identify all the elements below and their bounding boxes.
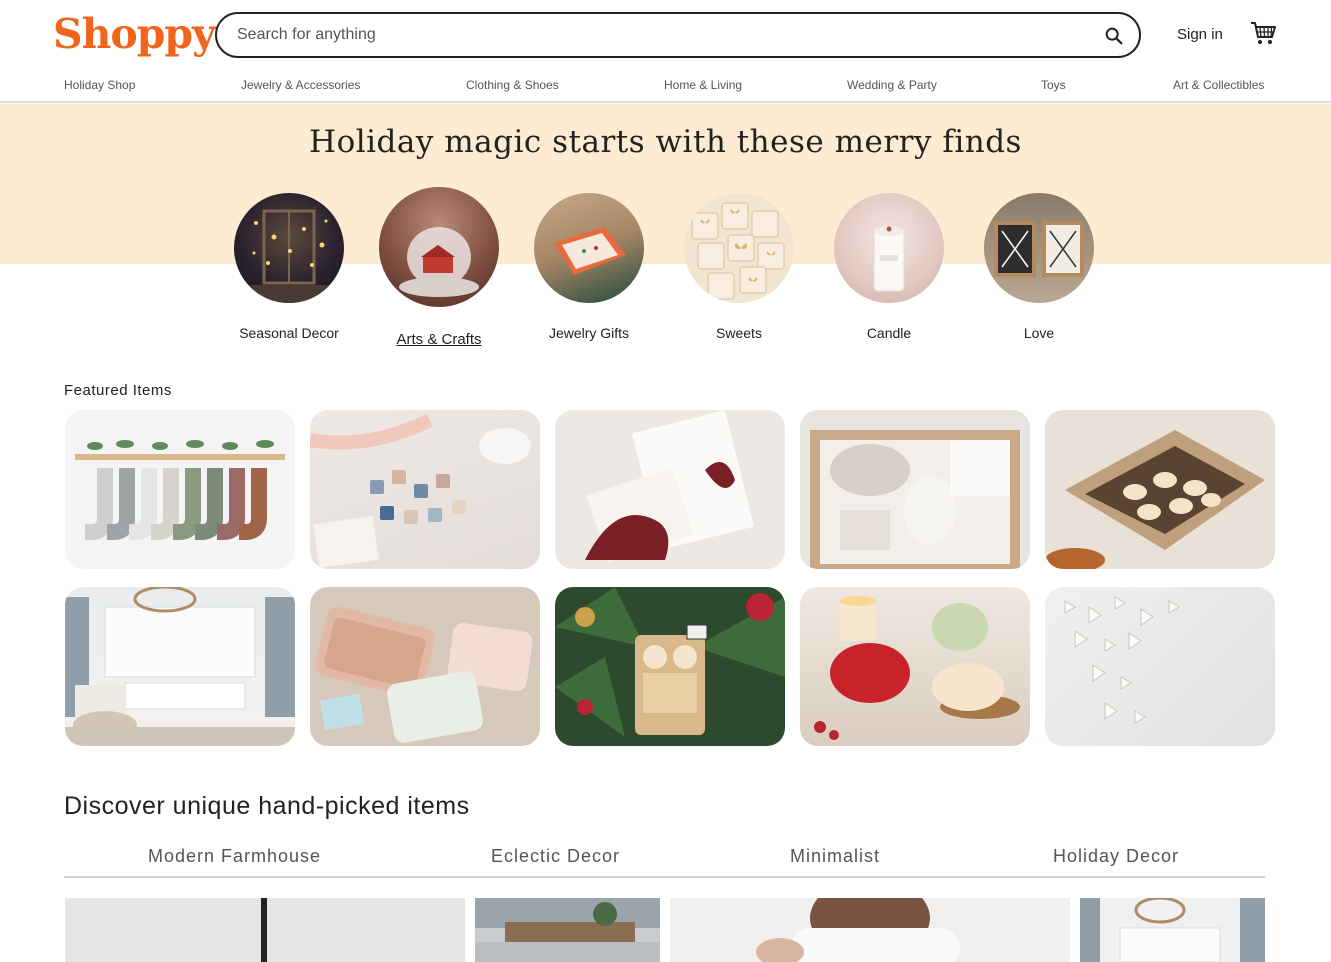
featured-item-baby-box[interactable] bbox=[800, 410, 1030, 569]
featured-item-paper-butterflies[interactable] bbox=[1045, 587, 1275, 746]
search-icon[interactable] bbox=[1103, 25, 1125, 47]
tab-modern-farmhouse[interactable]: Modern Farmhouse bbox=[148, 846, 321, 867]
featured-item-living-room[interactable] bbox=[65, 587, 295, 746]
featured-item-ribbons[interactable] bbox=[310, 410, 540, 569]
category-home-living[interactable]: Home & Living bbox=[664, 78, 742, 92]
tab-minimalist[interactable]: Minimalist bbox=[790, 846, 880, 867]
discover-item-image[interactable] bbox=[1080, 898, 1265, 962]
hero-item-sweets[interactable]: Sweets bbox=[669, 190, 809, 341]
discover-item-image[interactable] bbox=[475, 898, 660, 962]
featured-items-title: Featured Items bbox=[64, 382, 172, 399]
featured-item-ornament[interactable] bbox=[555, 587, 785, 746]
seasonal-decor-image bbox=[234, 193, 344, 303]
search-bar[interactable] bbox=[215, 12, 1141, 58]
category-jewelry-accessories[interactable]: Jewelry & Accessories bbox=[241, 78, 360, 92]
candle-image bbox=[834, 193, 944, 303]
hero-item-label: Candle bbox=[866, 325, 912, 341]
featured-item-stationery[interactable] bbox=[555, 410, 785, 569]
category-art-collectibles[interactable]: Art & Collectibles bbox=[1173, 78, 1264, 92]
hero-item-arts-crafts[interactable]: Arts & Crafts bbox=[369, 187, 509, 348]
discover-title: Discover unique hand-picked items bbox=[64, 792, 470, 820]
featured-item-jewelry-case[interactable] bbox=[310, 587, 540, 746]
hero-item-candle[interactable]: Candle bbox=[819, 190, 959, 341]
header: Shoppy Sign in bbox=[0, 0, 1331, 70]
featured-item-cookie-box[interactable] bbox=[1045, 410, 1275, 569]
hero-item-seasonal-decor[interactable]: Seasonal Decor bbox=[219, 190, 359, 341]
tab-eclectic-decor[interactable]: Eclectic Decor bbox=[491, 846, 620, 867]
sweets-image bbox=[684, 193, 794, 303]
hero-item-label: Sweets bbox=[716, 325, 762, 341]
hero-item-love[interactable]: Love bbox=[969, 190, 1109, 341]
jewelry-gifts-image bbox=[534, 193, 644, 303]
discover-item-image[interactable] bbox=[670, 898, 1070, 962]
category-holiday-shop[interactable]: Holiday Shop bbox=[64, 78, 135, 92]
featured-item-stockings[interactable] bbox=[65, 410, 295, 569]
discover-tabs: Modern Farmhouse Eclectic Decor Minimali… bbox=[64, 838, 1265, 878]
hero-item-label: Seasonal Decor bbox=[239, 325, 339, 341]
hero-item-jewelry-gifts[interactable]: Jewelry Gifts bbox=[519, 190, 659, 341]
hero-title: Holiday magic starts with these merry fi… bbox=[309, 124, 1022, 160]
category-clothing-shoes[interactable]: Clothing & Shoes bbox=[466, 78, 559, 92]
category-toys[interactable]: Toys bbox=[1041, 78, 1066, 92]
hero-item-label: Love bbox=[1023, 325, 1055, 341]
category-wedding-party[interactable]: Wedding & Party bbox=[847, 78, 937, 92]
tab-holiday-decor[interactable]: Holiday Decor bbox=[1053, 846, 1179, 867]
hero-item-label: Jewelry Gifts bbox=[548, 325, 630, 341]
cart-icon[interactable] bbox=[1250, 20, 1276, 46]
featured-item-candles[interactable] bbox=[800, 587, 1030, 746]
arts-crafts-image bbox=[379, 187, 499, 307]
category-nav: Holiday Shop Jewelry & Accessories Cloth… bbox=[0, 70, 1331, 103]
search-input[interactable] bbox=[237, 22, 1087, 48]
sign-in-link[interactable]: Sign in bbox=[1177, 26, 1223, 43]
logo[interactable]: Shoppy bbox=[53, 10, 216, 58]
discover-item-image[interactable] bbox=[65, 898, 465, 962]
hero-item-label: Arts & Crafts bbox=[396, 331, 482, 348]
love-image bbox=[984, 193, 1094, 303]
